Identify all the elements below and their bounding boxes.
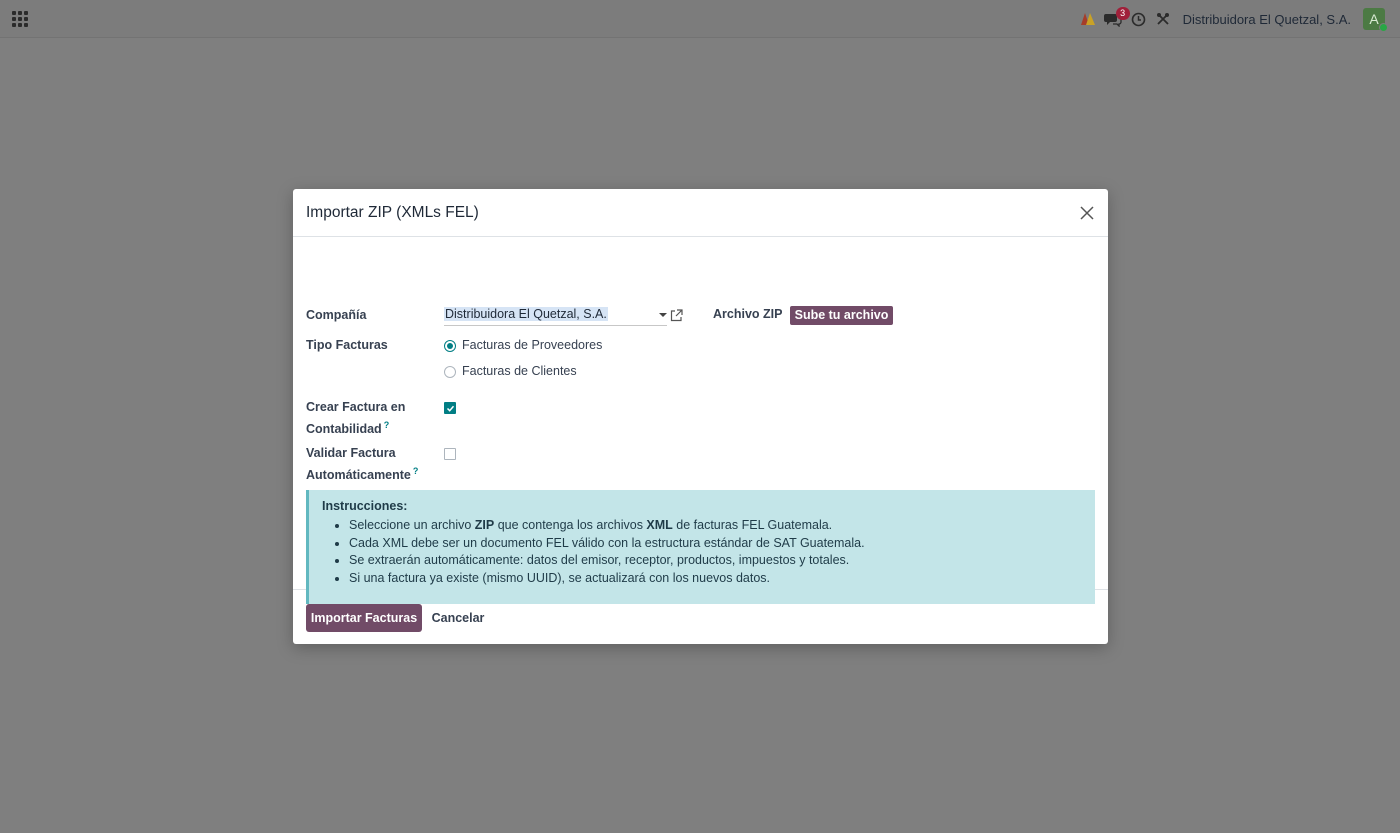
zip-file-label: Archivo ZIP [713, 307, 783, 321]
create-invoice-label: Crear Factura en Contabilidad? [306, 399, 426, 438]
instructions-title: Instrucciones: [322, 499, 408, 513]
instructions-list: Seleccione un archivo ZIP que contenga l… [349, 517, 1082, 587]
create-invoice-label-text: Crear Factura en Contabilidad [306, 400, 406, 436]
instruction-emphasis: XML [646, 518, 673, 532]
radio-supplier-invoices[interactable] [444, 340, 456, 352]
validate-invoice-label-text: Validar Factura Automáticamente [306, 446, 411, 482]
create-invoice-checkbox[interactable] [444, 402, 456, 414]
dialog-footer: Importar Facturas Cancelar [293, 591, 1108, 644]
validate-invoice-checkbox[interactable] [444, 448, 456, 460]
warning-icon[interactable] [1076, 0, 1101, 38]
instruction-item: Se extraerán automáticamente: datos del … [349, 552, 1082, 570]
chat-icon[interactable]: 3 [1101, 0, 1130, 38]
radio-supplier-invoices-label[interactable]: Facturas de Proveedores [462, 338, 602, 352]
instruction-text: que contenga los archivos [494, 518, 647, 532]
instruction-text: de facturas FEL Guatemala. [672, 518, 833, 532]
instruction-item: Si una factura ya existe (mismo UUID), s… [349, 570, 1082, 588]
top-navbar: 3 Distribuidora El Quetzal, S.A. A [0, 0, 1400, 38]
close-icon[interactable] [1079, 205, 1095, 221]
clock-icon[interactable] [1126, 0, 1151, 38]
systray: 3 Distribuidora El Quetzal, S.A. A [1076, 0, 1400, 38]
import-invoices-button[interactable]: Importar Facturas [306, 604, 422, 632]
chevron-down-icon [659, 313, 667, 317]
instruction-item: Seleccione un archivo ZIP que contenga l… [349, 517, 1082, 535]
company-select[interactable]: Distribuidora El Quetzal, S.A. [444, 305, 667, 326]
invoice-type-label: Tipo Facturas [306, 338, 388, 352]
radio-customer-invoices-label[interactable]: Facturas de Clientes [462, 364, 577, 378]
import-zip-dialog: Importar ZIP (XMLs FEL) Compañía Distrib… [293, 189, 1108, 644]
dialog-body: Compañía Distribuidora El Quetzal, S.A. … [293, 237, 1108, 604]
instruction-item: Cada XML debe ser un documento FEL válid… [349, 535, 1082, 553]
company-switcher[interactable]: Distribuidora El Quetzal, S.A. [1183, 12, 1351, 27]
external-link-icon[interactable] [670, 309, 683, 322]
tools-icon[interactable] [1151, 0, 1176, 38]
checkmark-icon [446, 405, 455, 412]
radio-customer-invoices[interactable] [444, 366, 456, 378]
help-tooltip-icon[interactable]: ? [384, 420, 390, 430]
validate-invoice-label: Validar Factura Automáticamente? [306, 445, 431, 484]
online-status-dot [1379, 23, 1388, 32]
upload-file-button[interactable]: Sube tu archivo [790, 306, 893, 325]
instructions-alert: Instrucciones: Seleccione un archivo ZIP… [306, 490, 1095, 604]
cancel-button[interactable]: Cancelar [430, 604, 486, 632]
user-avatar[interactable]: A [1363, 8, 1388, 32]
instruction-emphasis: ZIP [474, 518, 495, 532]
dialog-title: Importar ZIP (XMLs FEL) [306, 204, 479, 221]
help-tooltip-icon[interactable]: ? [413, 466, 419, 476]
apps-grid-icon[interactable] [12, 11, 28, 27]
company-select-value: Distribuidora El Quetzal, S.A. [444, 307, 608, 321]
instruction-text: Seleccione un archivo [349, 518, 475, 532]
avatar-initial: A [1369, 11, 1379, 27]
dialog-header: Importar ZIP (XMLs FEL) [293, 189, 1108, 237]
company-label: Compañía [306, 308, 367, 322]
